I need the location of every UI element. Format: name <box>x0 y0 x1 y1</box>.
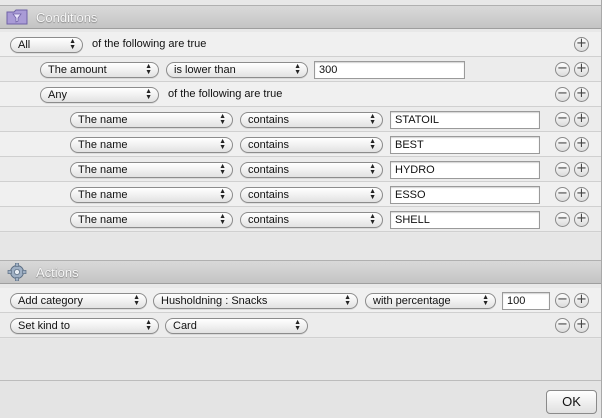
amount-value-input[interactable]: 300 <box>314 61 465 79</box>
actions-header: Actions <box>0 260 602 284</box>
add-action-button[interactable]: + <box>574 293 589 308</box>
chevron-updown-icon: ▲ ▼ <box>294 319 301 332</box>
add-condition-button[interactable]: + <box>574 162 589 177</box>
remove-condition-button[interactable]: − <box>555 137 570 152</box>
rule-field-select[interactable]: The name ▲ ▼ <box>70 162 233 178</box>
name-rule-row: The name ▲ ▼ contains ▲ ▼ STATOIL − + <box>0 107 602 132</box>
chevron-updown-icon: ▲ ▼ <box>145 63 152 76</box>
conditions-header: Conditions <box>0 5 602 29</box>
group-match-row: Any ▲ ▼ of the following are true − + <box>0 82 602 107</box>
rule-value-input[interactable]: STATOIL <box>390 111 540 129</box>
rule-operator-select[interactable]: contains ▲ ▼ <box>240 212 383 228</box>
chevron-updown-icon: ▲ ▼ <box>294 63 301 76</box>
amount-row: The amount ▲ ▼ is lower than ▲ ▼ 300 − + <box>0 57 602 82</box>
add-condition-button[interactable]: + <box>574 62 589 77</box>
amount-field-select[interactable]: The amount ▲ ▼ <box>40 62 159 78</box>
group-match-label: of the following are true <box>168 88 283 100</box>
add-condition-button[interactable]: + <box>574 187 589 202</box>
chevron-updown-icon: ▲ ▼ <box>133 294 140 307</box>
action-type-select[interactable]: Set kind to ▲ ▼ <box>10 318 159 334</box>
conditions-empty-area <box>0 233 602 260</box>
chevron-updown-icon: ▲ ▼ <box>219 188 226 201</box>
chevron-updown-icon: ▲ ▼ <box>369 113 376 126</box>
action-type-select[interactable]: Add category ▲ ▼ <box>10 293 147 309</box>
rule-operator-select[interactable]: contains ▲ ▼ <box>240 112 383 128</box>
chevron-updown-icon: ▲ ▼ <box>219 163 226 176</box>
add-condition-button[interactable]: + <box>574 212 589 227</box>
rule-field-select[interactable]: The name ▲ ▼ <box>70 187 233 203</box>
amount-operator-select[interactable]: is lower than ▲ ▼ <box>166 62 308 78</box>
chevron-updown-icon: ▲ ▼ <box>369 163 376 176</box>
chevron-updown-icon: ▲ ▼ <box>145 88 152 101</box>
name-rule-row: The name ▲ ▼ contains ▲ ▼ ESSO − + <box>0 182 602 207</box>
chevron-updown-icon: ▲ ▼ <box>344 294 351 307</box>
rule-operator-select[interactable]: contains ▲ ▼ <box>240 137 383 153</box>
rule-field-select[interactable]: The name ▲ ▼ <box>70 112 233 128</box>
rule-value-input[interactable]: SHELL <box>390 211 540 229</box>
rule-operator-select[interactable]: contains ▲ ▼ <box>240 187 383 203</box>
name-rule-row: The name ▲ ▼ contains ▲ ▼ HYDRO − + <box>0 157 602 182</box>
rule-value-input[interactable]: ESSO <box>390 186 540 204</box>
rule-field-select[interactable]: The name ▲ ▼ <box>70 212 233 228</box>
add-condition-button[interactable]: + <box>574 112 589 127</box>
remove-condition-button[interactable]: − <box>555 212 570 227</box>
remove-condition-button[interactable]: − <box>555 162 570 177</box>
name-rule-row: The name ▲ ▼ contains ▲ ▼ BEST − + <box>0 132 602 157</box>
chevron-updown-icon: ▲ ▼ <box>219 138 226 151</box>
rule-value-input[interactable]: HYDRO <box>390 161 540 179</box>
remove-condition-button[interactable]: − <box>555 62 570 77</box>
dialog-footer: OK <box>0 380 602 418</box>
chevron-updown-icon: ▲ ▼ <box>482 294 489 307</box>
kind-select[interactable]: Card ▲ ▼ <box>165 318 308 334</box>
remove-condition-button[interactable]: − <box>555 187 570 202</box>
name-rule-row: The name ▲ ▼ contains ▲ ▼ SHELL − + <box>0 207 602 232</box>
add-condition-button[interactable]: + <box>574 137 589 152</box>
action-row: Add category ▲ ▼ Husholdning : Snacks ▲ ▼ … <box>0 288 602 313</box>
add-condition-button[interactable]: + <box>574 87 589 102</box>
chevron-updown-icon: ▲ ▼ <box>145 319 152 332</box>
rule-field-select[interactable]: The name ▲ ▼ <box>70 137 233 153</box>
chevron-updown-icon: ▲ ▼ <box>369 213 376 226</box>
conditions-title: Conditions <box>36 9 98 25</box>
chevron-updown-icon: ▲ ▼ <box>219 213 226 226</box>
actions-title: Actions <box>36 264 79 280</box>
actions-empty-area <box>0 339 602 380</box>
remove-condition-button[interactable]: − <box>555 87 570 102</box>
ok-button[interactable]: OK <box>546 390 597 414</box>
group-match-select[interactable]: Any ▲ ▼ <box>40 87 159 103</box>
chevron-updown-icon: ▲ ▼ <box>369 138 376 151</box>
percentage-input[interactable]: 100 <box>502 292 550 310</box>
condition-match-row: All ▲ ▼ of the following are true + <box>0 32 602 57</box>
category-select[interactable]: Husholdning : Snacks ▲ ▼ <box>153 293 358 309</box>
add-action-button[interactable]: + <box>574 318 589 333</box>
match-select[interactable]: All ▲ ▼ <box>10 37 83 53</box>
chevron-updown-icon: ▲ ▼ <box>219 113 226 126</box>
percentage-mode-select[interactable]: with percentage ▲ ▼ <box>365 293 496 309</box>
remove-action-button[interactable]: − <box>555 318 570 333</box>
rule-value-input[interactable]: BEST <box>390 136 540 154</box>
action-row: Set kind to ▲ ▼ Card ▲ ▼ − + <box>0 313 602 338</box>
remove-action-button[interactable]: − <box>555 293 570 308</box>
funnel-folder-icon <box>6 9 28 25</box>
rule-operator-select[interactable]: contains ▲ ▼ <box>240 162 383 178</box>
remove-condition-button[interactable]: − <box>555 112 570 127</box>
match-label: of the following are true <box>92 38 207 50</box>
gear-icon <box>7 263 27 281</box>
add-condition-button[interactable]: + <box>574 37 589 52</box>
chevron-updown-icon: ▲ ▼ <box>369 188 376 201</box>
chevron-updown-icon: ▲ ▼ <box>69 38 76 51</box>
